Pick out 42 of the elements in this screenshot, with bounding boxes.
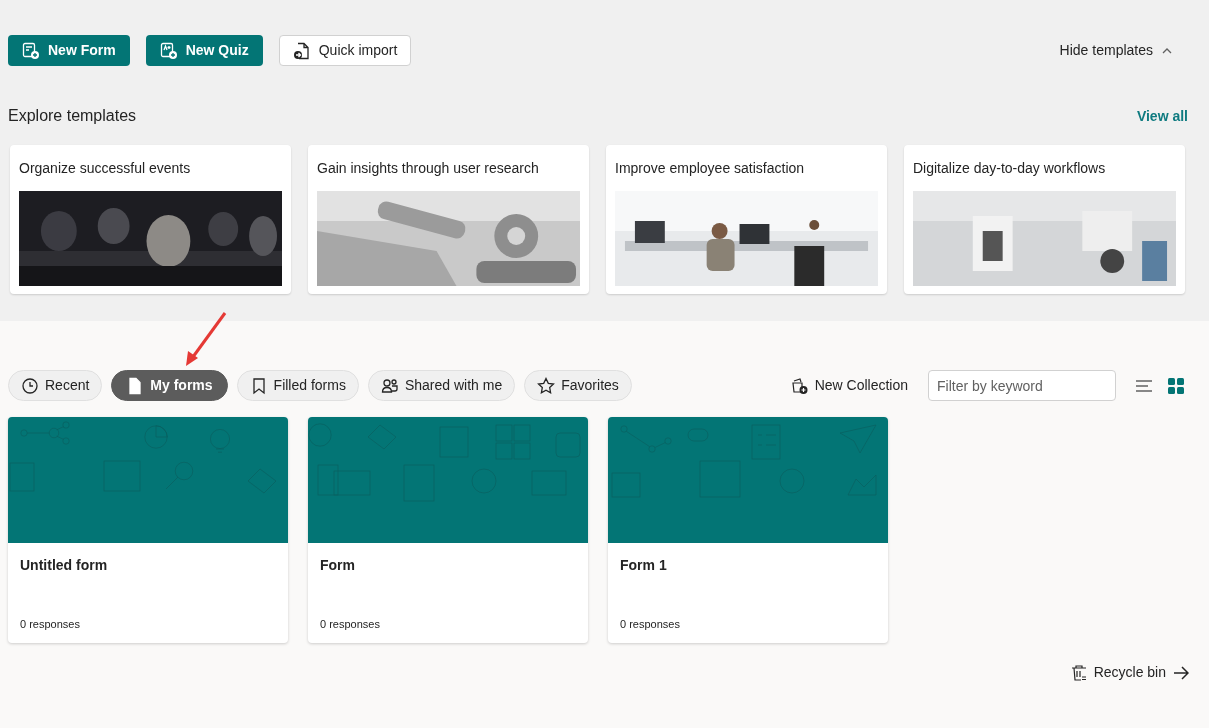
search-field[interactable]: Filter by keyword xyxy=(928,370,1116,401)
template-title: Digitalize day-to-day workflows xyxy=(913,159,1107,178)
section-title: Explore templates xyxy=(8,106,137,126)
template-card[interactable]: Improve employee satisfaction xyxy=(606,145,887,294)
form-title: Form 1 xyxy=(620,556,668,575)
new-collection-button[interactable]: New Collection xyxy=(790,375,908,396)
filter-tab[interactable]: Recent xyxy=(8,370,103,401)
clock-icon xyxy=(21,376,39,395)
new-button[interactable]: New Quiz xyxy=(145,35,263,66)
import-button[interactable]: Quick import xyxy=(278,35,412,66)
template-title: Improve employee satisfaction xyxy=(615,159,806,178)
grid-view-button[interactable] xyxy=(1167,376,1185,395)
form-title: Untitled form xyxy=(20,556,109,575)
collection-add-icon xyxy=(790,376,809,395)
filter-tab[interactable]: Filled forms xyxy=(236,370,359,401)
template-card[interactable]: Organize successful events xyxy=(10,145,291,294)
template-title: Gain insights through user research xyxy=(317,159,540,178)
people-icon xyxy=(380,376,399,395)
view-all-link[interactable]: View all xyxy=(1136,105,1188,127)
quiz-add-icon xyxy=(159,41,178,60)
response-count: 0 responses xyxy=(620,616,681,632)
new-button[interactable]: New Form xyxy=(8,35,130,66)
template-title: Organize successful events xyxy=(19,159,192,178)
form-card[interactable]: Untitled form 0 responses xyxy=(8,417,288,643)
recycle-bin-link[interactable]: Recycle bin xyxy=(1070,662,1189,683)
document-import-icon xyxy=(292,41,311,60)
form-title: Form xyxy=(320,556,356,575)
filter-tab[interactable]: Shared with me xyxy=(367,370,516,401)
form-card[interactable]: Form 0 responses xyxy=(308,417,588,643)
filter-tab[interactable]: My forms xyxy=(111,370,228,401)
template-card[interactable]: Digitalize day-to-day workflows xyxy=(904,145,1185,294)
filter-tab[interactable]: Favorites xyxy=(524,370,632,401)
annotation-arrow xyxy=(184,311,228,367)
response-count: 0 responses xyxy=(20,616,81,632)
template-card[interactable]: Gain insights through user research xyxy=(308,145,589,294)
form-card[interactable]: Form 1 0 responses xyxy=(608,417,888,643)
hide-templates-button[interactable]: Hide templates xyxy=(1059,40,1173,61)
arrow-right-icon xyxy=(1173,665,1189,680)
star-icon xyxy=(537,376,556,395)
form-add-icon xyxy=(22,41,40,60)
trash-icon xyxy=(1070,663,1087,682)
response-count: 0 responses xyxy=(320,616,381,632)
